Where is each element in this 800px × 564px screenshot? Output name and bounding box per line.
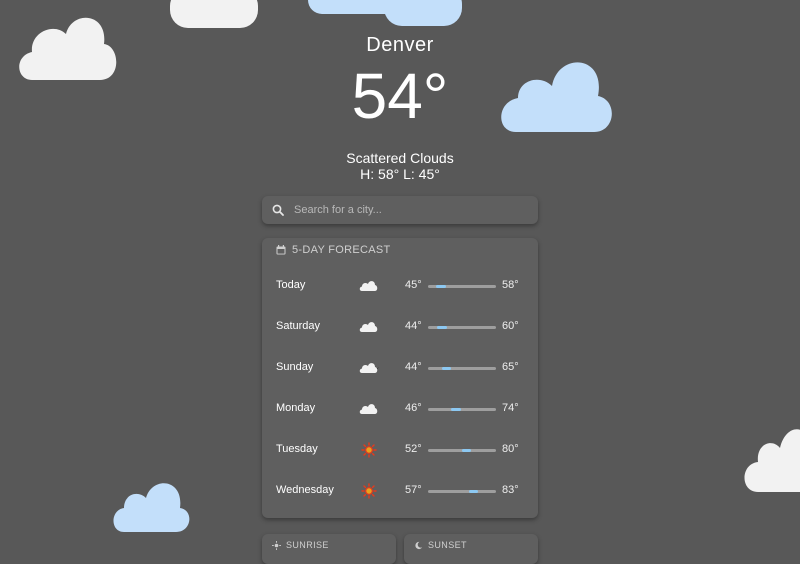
cloud-icon — [359, 281, 378, 291]
forecast-row: Wednesday 57° 83° — [262, 481, 538, 501]
forecast-low: 52° — [405, 443, 422, 455]
temperature-range-bar — [428, 490, 496, 493]
moon-icon — [415, 541, 423, 549]
forecast-day: Today — [276, 279, 306, 291]
forecast-row: Saturday 44° 60° — [262, 317, 538, 337]
forecast-low: 57° — [405, 484, 422, 496]
forecast-row: Monday 46° 74° — [262, 399, 538, 419]
sunset-tile: SUNSET — [404, 534, 538, 564]
forecast-low: 45° — [405, 279, 422, 291]
forecast-low: 46° — [405, 402, 422, 414]
sunrise-icon — [272, 540, 281, 550]
cloud-decoration-white-right-edge — [744, 429, 800, 492]
forecast-day: Sunday — [276, 361, 314, 373]
forecast-high: 80° — [502, 443, 519, 455]
search-icon — [272, 204, 284, 216]
search-bar[interactable] — [262, 196, 538, 224]
cloud-decoration-blue-top — [308, 0, 462, 26]
partly-cloudy-night-icon — [359, 362, 379, 373]
forecast-row: Today 45° 58° — [262, 276, 538, 296]
forecast-high: 65° — [502, 361, 519, 373]
forecast-high: 58° — [502, 279, 519, 291]
cloud-icon — [359, 322, 378, 332]
forecast-header: 5-DAY FORECAST — [276, 244, 391, 256]
forecast-high: 60° — [502, 320, 519, 332]
cloud-icon — [359, 404, 378, 414]
sunrise-label: SUNRISE — [286, 540, 329, 550]
temperature-range-bar — [428, 326, 496, 329]
sun-icon — [361, 442, 377, 458]
search-input[interactable] — [292, 203, 516, 217]
forecast-title: 5-DAY FORECAST — [292, 244, 391, 256]
forecast-card: 5-DAY FORECAST Today 45° 58° Saturday 44… — [262, 238, 538, 518]
cloud-decoration-white-top — [170, 0, 258, 28]
forecast-row: Sunday 44° 65° — [262, 358, 538, 378]
current-temperature: 54° — [351, 60, 449, 132]
cloud-decoration-blue-bottom-left — [113, 483, 190, 532]
temperature-range-bar — [428, 449, 496, 452]
forecast-day: Tuesday — [276, 443, 318, 455]
current-condition: Scattered Clouds — [346, 150, 454, 166]
forecast-row: Tuesday 52° 80° — [262, 440, 538, 460]
forecast-day: Monday — [276, 402, 316, 414]
forecast-day: Saturday — [276, 320, 321, 332]
calendar-icon — [276, 245, 286, 255]
temperature-range-bar — [428, 408, 496, 411]
forecast-low: 44° — [405, 361, 422, 373]
forecast-high: 74° — [502, 402, 519, 414]
forecast-high: 83° — [502, 484, 519, 496]
temperature-range-bar — [428, 367, 496, 370]
sunset-label: SUNSET — [428, 540, 467, 550]
city-name: Denver — [366, 34, 434, 56]
forecast-low: 44° — [405, 320, 422, 332]
sun-icon — [361, 483, 377, 499]
temperature-range-bar — [428, 285, 496, 288]
forecast-day: Wednesday — [276, 484, 334, 496]
high-low-temperature: H: 58° L: 45° — [360, 166, 440, 182]
sunrise-tile: SUNRISE — [262, 534, 396, 564]
